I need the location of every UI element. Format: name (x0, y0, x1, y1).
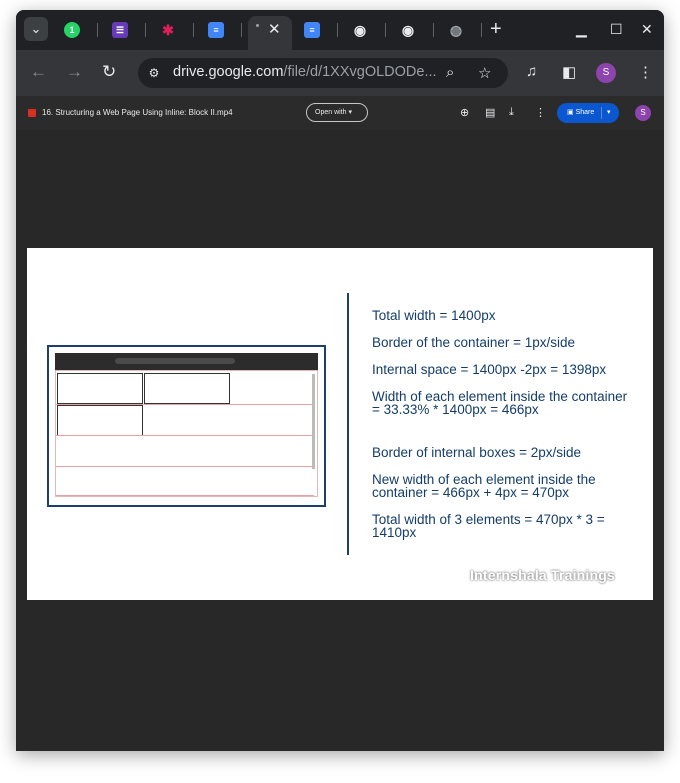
tab-globe[interactable]: ◍ (440, 16, 484, 44)
slide-line: Total width = 1400px (372, 308, 496, 323)
url-domain: drive.google.com (173, 64, 284, 80)
slack-icon: ✱ (162, 21, 174, 38)
illustration-box (144, 373, 230, 404)
watermark: Internshala Trainings (470, 567, 616, 583)
illustration-box (57, 405, 143, 436)
share-button[interactable]: ▣ Share ▾ (557, 103, 619, 123)
slide-line: Internal space = 1400px -2px = 1398px (372, 362, 607, 377)
tab-strip: ⌄ 1 ☰ ✱ ≡ ✕ ≡ ◉ ◉ ◍ + ▁ ☐ ✕ (16, 10, 664, 50)
media-control-icon[interactable]: ♫ (526, 63, 537, 80)
drive-avatar[interactable]: S (635, 105, 651, 121)
tab-whatsapp[interactable]: 1 (56, 16, 100, 44)
slide-divider (347, 293, 349, 555)
profile-avatar[interactable]: S (596, 63, 616, 83)
illustration-container (55, 370, 318, 497)
more-actions-icon[interactable]: ⋮ (535, 106, 546, 119)
tab-forms[interactable]: ☰ (104, 16, 148, 44)
close-tab-icon[interactable]: ✕ (268, 20, 281, 38)
illustration-box (57, 373, 143, 404)
webpage-illustration (47, 345, 326, 507)
chrome-icon: ◉ (401, 21, 415, 38)
minimize-icon[interactable]: ▁ (576, 21, 587, 38)
slide-line: Border of internal boxes = 2px/side (372, 445, 581, 460)
video-frame-slide[interactable]: Total width = 1400px Border of the conta… (27, 248, 653, 600)
close-window-icon[interactable]: ✕ (641, 21, 653, 38)
browser-window: ⌄ 1 ☰ ✱ ≡ ✕ ≡ ◉ ◉ ◍ + ▁ ☐ ✕ ← → ↻ ⚙ driv… (16, 10, 664, 751)
forms-icon: ☰ (112, 22, 128, 38)
slide-line: New width of each element inside the con… (372, 472, 596, 500)
share-dropdown-icon[interactable]: ▾ (607, 103, 611, 123)
add-shortcut-icon[interactable]: ⊕ (460, 106, 469, 119)
address-bar[interactable]: ⚙ drive.google.com/file/d/1XXvgOLDODe...… (138, 58, 508, 88)
file-name: 16. Structuring a Web Page Using Inline:… (42, 108, 233, 117)
url-path: /file/d/1XXvgOLDODe... (283, 64, 437, 80)
browser-toolbar: ← → ↻ ⚙ drive.google.com/file/d/1XXvgOLD… (16, 50, 664, 96)
share-lock-icon: ▣ (567, 109, 576, 116)
reload-button[interactable]: ↻ (102, 63, 116, 81)
zoom-icon[interactable]: ⌕ (446, 64, 454, 81)
slide-line: Total width of 3 elements = 470px * 3 = … (372, 512, 605, 540)
docs-icon: ≡ (208, 22, 224, 38)
share-label: Share (575, 109, 595, 116)
comment-icon[interactable]: ▤ (485, 106, 495, 119)
slide-line: Border of the container = 1px/side (372, 335, 576, 350)
open-with-button[interactable]: Open with ▾ (306, 103, 368, 122)
download-icon[interactable]: ⤓ (509, 106, 514, 119)
video-file-icon (28, 109, 36, 117)
new-tab-button[interactable]: + (490, 19, 502, 39)
video-viewer[interactable]: Total width = 1400px Border of the conta… (16, 130, 664, 751)
tab-docs-2[interactable]: ≡ (296, 16, 340, 44)
tab-chrome-1[interactable]: ◉ (344, 16, 388, 44)
side-panel-icon[interactable]: ◧ (562, 63, 576, 81)
open-with-label: Open with (315, 109, 347, 116)
whatsapp-icon: 1 (64, 22, 80, 38)
slide-line: Width of each element inside the contain… (372, 389, 628, 417)
tab-search-button[interactable]: ⌄ (24, 17, 48, 41)
docs-icon: ≡ (304, 22, 320, 38)
globe-icon: ◍ (449, 21, 463, 38)
bookmark-star-icon[interactable]: ☆ (478, 64, 491, 82)
maximize-icon[interactable]: ☐ (610, 21, 623, 38)
drive-favicon (256, 24, 259, 27)
site-info-icon[interactable]: ⚙ (146, 65, 162, 81)
menu-kebab-icon[interactable]: ⋮ (638, 63, 653, 81)
chrome-icon: ◉ (353, 21, 367, 38)
forward-button[interactable]: → (66, 63, 83, 81)
illustration-browser-bar (55, 353, 318, 370)
back-button[interactable]: ← (30, 63, 47, 81)
tab-drive-video-active[interactable]: ✕ (248, 16, 292, 50)
tab-docs-1[interactable]: ≡ (200, 16, 244, 44)
tab-chrome-2[interactable]: ◉ (392, 16, 436, 44)
tab-slack[interactable]: ✱ (152, 16, 196, 44)
drive-preview-bar: 16. Structuring a Web Page Using Inline:… (16, 96, 664, 130)
url-text[interactable]: drive.google.com/file/d/1XXvgOLDODe... (173, 64, 438, 80)
